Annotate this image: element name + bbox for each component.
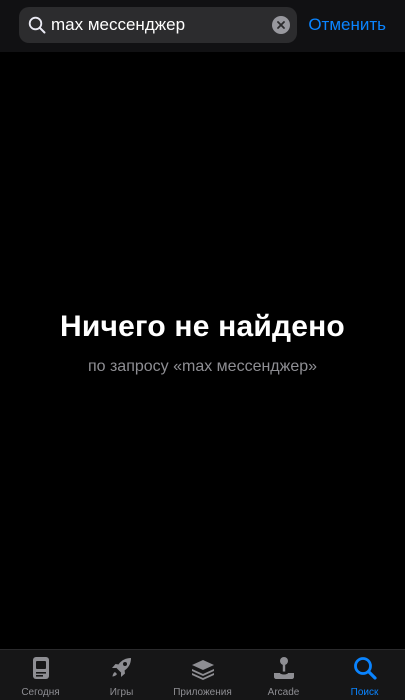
tab-today[interactable]: Сегодня: [0, 650, 81, 700]
tab-label-apps: Приложения: [173, 687, 232, 698]
tab-games[interactable]: Игры: [81, 650, 162, 700]
tab-label-search: Поиск: [350, 687, 379, 698]
joystick-icon: [273, 657, 294, 679]
empty-state-subtitle: по запросу «max мессенджер»: [87, 358, 318, 375]
tab-bar: Сегодня Игры Приложения Arcade Поиск: [0, 649, 405, 700]
apps-stack-icon: [191, 660, 214, 680]
tab-apps[interactable]: Приложения: [162, 650, 243, 700]
today-icon: [32, 657, 49, 679]
search-icon: [353, 657, 377, 680]
cancel-button[interactable]: Отменить: [308, 7, 386, 43]
empty-state-title: Ничего не найдено: [60, 310, 345, 343]
search-bar: max мессенджер Отменить: [0, 0, 405, 52]
clear-icon[interactable]: [272, 16, 290, 34]
rocket-icon: [111, 658, 131, 677]
tab-search[interactable]: Поиск: [324, 650, 405, 700]
search-field[interactable]: max мессенджер: [19, 7, 297, 43]
tab-label-games: Игры: [109, 687, 134, 698]
tab-arcade[interactable]: Arcade: [243, 650, 324, 700]
search-icon: [28, 16, 46, 34]
search-input[interactable]: max мессенджер: [51, 7, 185, 43]
tab-label-today: Сегодня: [21, 687, 60, 698]
tab-label-arcade: Arcade: [267, 687, 300, 698]
